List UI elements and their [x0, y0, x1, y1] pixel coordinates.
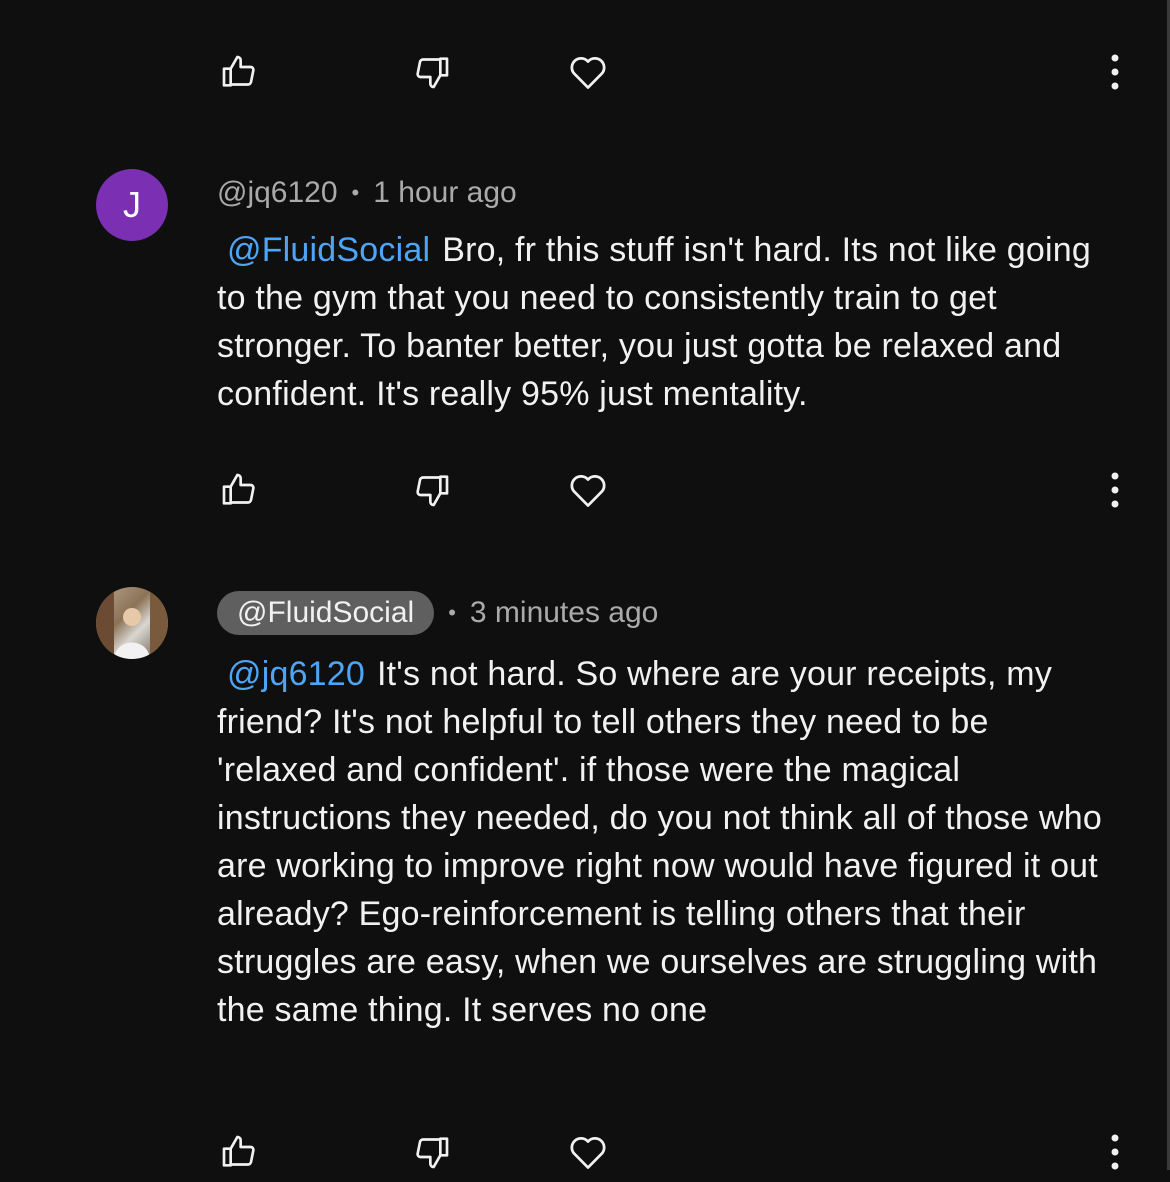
- more-vert-icon: [1111, 1134, 1119, 1170]
- comment-action-bar: [0, 42, 1170, 102]
- separator-dot: •: [448, 600, 456, 625]
- comment-meta: @jq6120 • 1 hour ago: [217, 176, 517, 210]
- profile-photo-icon: [96, 587, 168, 659]
- more-vert-icon: [1111, 472, 1119, 508]
- comment-author-highlighted[interactable]: @FluidSocial: [217, 591, 435, 635]
- more-options-button[interactable]: [1090, 42, 1140, 102]
- thumbs-down-icon: [416, 475, 449, 507]
- separator-dot: •: [351, 180, 360, 205]
- comment-timestamp[interactable]: 1 hour ago: [373, 176, 516, 210]
- thumbs-up-icon: [222, 55, 255, 87]
- comment-body: @jq6120 It's not hard. So where are your …: [217, 650, 1117, 1034]
- heart-button[interactable]: [558, 1122, 618, 1182]
- comment-body: @FluidSocial Bro, fr this stuff isn't har…: [217, 226, 1117, 418]
- comment-author[interactable]: @jq6120: [217, 176, 338, 210]
- heart-icon: [570, 56, 606, 89]
- like-button[interactable]: [209, 460, 269, 520]
- dislike-button[interactable]: [402, 460, 462, 520]
- comment-action-bar: [0, 1122, 1170, 1182]
- like-button[interactable]: [209, 1122, 269, 1182]
- thumbs-up-icon: [222, 473, 255, 505]
- mention-link[interactable]: @jq6120: [227, 655, 365, 693]
- comment-meta: @FluidSocial • 3 minutes ago: [217, 591, 658, 635]
- comment-text: It's not hard. So where are your receipt…: [217, 655, 1103, 1029]
- avatar[interactable]: [96, 587, 168, 659]
- avatar-letter: J: [123, 184, 141, 225]
- more-vert-icon: [1111, 54, 1119, 90]
- more-options-button[interactable]: [1090, 460, 1140, 520]
- comment-timestamp[interactable]: 3 minutes ago: [470, 596, 658, 630]
- avatar[interactable]: J: [96, 169, 168, 241]
- dislike-button[interactable]: [402, 1122, 462, 1182]
- thumbs-up-icon: [222, 1135, 255, 1167]
- more-options-button[interactable]: [1090, 1122, 1140, 1182]
- mention-link[interactable]: @FluidSocial: [227, 231, 430, 269]
- comment-action-bar: [0, 460, 1170, 520]
- like-button[interactable]: [209, 42, 269, 102]
- heart-button[interactable]: [558, 460, 618, 520]
- dislike-button[interactable]: [402, 42, 462, 102]
- thumbs-down-icon: [416, 1137, 449, 1169]
- heart-icon: [570, 1136, 606, 1169]
- thumbs-down-icon: [416, 57, 449, 89]
- heart-icon: [570, 474, 606, 507]
- heart-button[interactable]: [558, 42, 618, 102]
